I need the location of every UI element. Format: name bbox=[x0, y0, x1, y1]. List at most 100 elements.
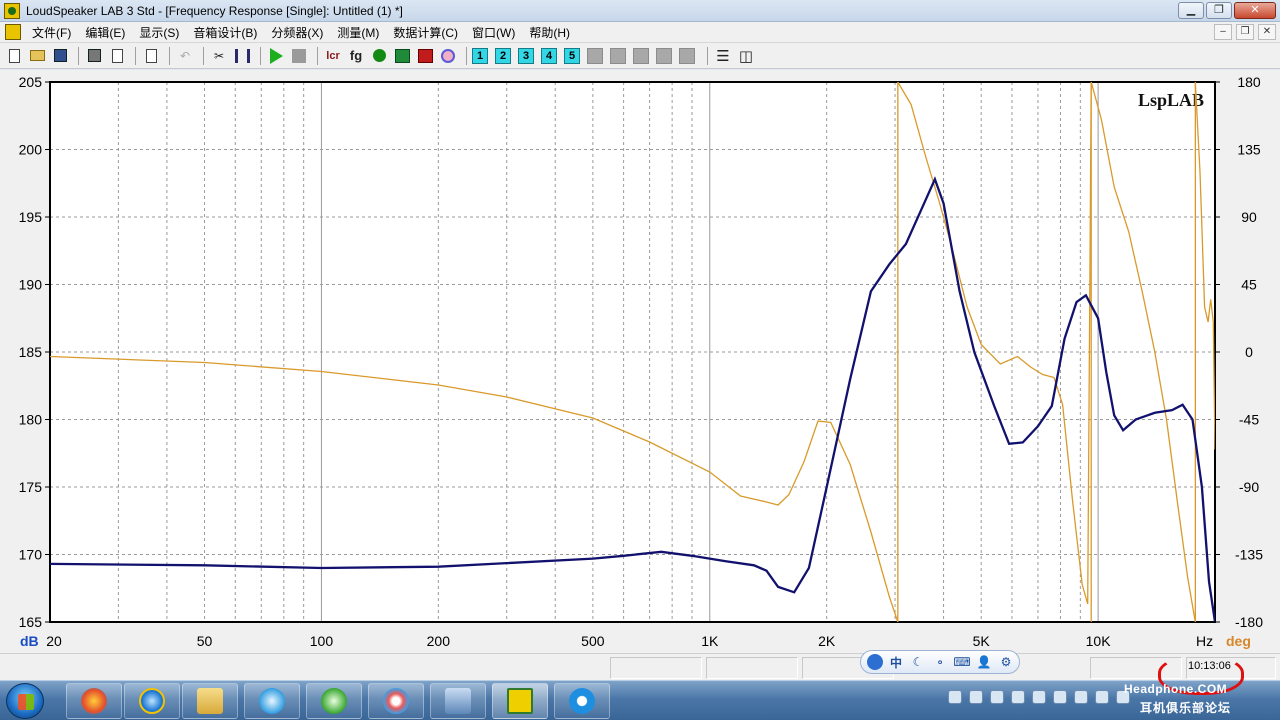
menu-crossover[interactable]: 分频器(X) bbox=[264, 24, 330, 41]
y-right-tick-label: -135 bbox=[1235, 547, 1263, 563]
y-left-tick-label: 200 bbox=[19, 142, 43, 158]
toolbar-separator bbox=[78, 46, 79, 65]
menu-file[interactable]: 文件(F) bbox=[25, 24, 78, 41]
play-button[interactable] bbox=[266, 46, 286, 66]
ime-user-icon[interactable]: 👤 bbox=[975, 655, 993, 669]
disabled-button[interactable] bbox=[633, 47, 649, 64]
taskbar-explorer[interactable] bbox=[182, 683, 238, 719]
y-left-unit-label: dB bbox=[20, 633, 39, 649]
restore-button[interactable]: ❐ bbox=[1206, 2, 1232, 19]
title-bar: LoudSpeaker LAB 3 Std - [Frequency Respo… bbox=[0, 0, 1280, 22]
copy-icon bbox=[145, 48, 157, 63]
watermark-line-1: Headphone.COM bbox=[1124, 682, 1228, 696]
disabled-button[interactable] bbox=[587, 47, 603, 64]
doc-close-button[interactable]: ✕ bbox=[1258, 24, 1276, 40]
toolbar-separator bbox=[169, 46, 170, 65]
taskbar-loudspeaker-lab[interactable] bbox=[492, 683, 548, 719]
copy-button[interactable] bbox=[141, 46, 161, 66]
menu-view[interactable]: 显示(S) bbox=[132, 24, 186, 41]
x-tick-label: 5K bbox=[973, 633, 991, 649]
disabled-button[interactable] bbox=[656, 47, 672, 64]
print-button[interactable] bbox=[84, 46, 104, 66]
taskbar-app-1[interactable] bbox=[66, 683, 122, 719]
ime-keyboard-icon[interactable]: ⌨ bbox=[953, 655, 971, 669]
toolbar-separator bbox=[260, 46, 261, 65]
tray-pdf-icon[interactable] bbox=[948, 690, 962, 704]
ime-punct-icon[interactable]: ∘ bbox=[931, 655, 949, 669]
k-app-icon bbox=[569, 688, 595, 714]
heart-icon bbox=[441, 48, 455, 63]
menu-help[interactable]: 帮助(H) bbox=[522, 24, 577, 41]
fg-label: fg bbox=[349, 48, 363, 63]
status-pane bbox=[706, 657, 798, 679]
menu-box-design[interactable]: 音箱设计(B) bbox=[186, 24, 264, 41]
tray-battery-icon[interactable] bbox=[990, 690, 1004, 704]
minimize-button[interactable]: ▁ bbox=[1178, 2, 1204, 19]
doc-minimize-button[interactable]: – bbox=[1214, 24, 1232, 40]
app-icon[interactable] bbox=[4, 2, 20, 19]
channel-2-button[interactable]: 2 bbox=[495, 47, 511, 64]
ime-toolbar[interactable]: 中 ☾ ∘ ⌨ 👤 ⚙ bbox=[860, 650, 1020, 674]
new-file-button[interactable] bbox=[4, 46, 24, 66]
ime-language[interactable]: 中 bbox=[887, 654, 905, 671]
tile-vertical-button[interactable]: ◫ bbox=[736, 46, 756, 66]
y-right-tick-label: 45 bbox=[1241, 277, 1257, 293]
tray-network-icon[interactable] bbox=[1095, 690, 1109, 704]
frequency-response-chart[interactable]: 205 200 195 190 185 180 175 170 165 180 135 90 45 0 -4… bbox=[0, 70, 1280, 653]
disabled-button[interactable] bbox=[610, 47, 626, 64]
heart-button[interactable] bbox=[438, 46, 458, 66]
analyzer-button[interactable] bbox=[392, 46, 412, 66]
mixer-button[interactable] bbox=[232, 46, 252, 66]
tray-k-icon[interactable] bbox=[1011, 690, 1025, 704]
save-button[interactable] bbox=[50, 46, 70, 66]
channel-4-button[interactable]: 4 bbox=[541, 47, 557, 64]
taskbar-360-browser[interactable] bbox=[306, 683, 362, 719]
ime-logo-icon[interactable] bbox=[867, 654, 883, 670]
channel-3-button[interactable]: 3 bbox=[518, 47, 534, 64]
undo-icon: ↶ bbox=[179, 48, 191, 63]
save-icon bbox=[53, 49, 67, 62]
menu-calculate[interactable]: 数据计算(C) bbox=[386, 24, 465, 41]
taskbar-browser[interactable] bbox=[244, 683, 300, 719]
status-bar bbox=[0, 653, 1280, 680]
x-tick-label: 2K bbox=[818, 633, 836, 649]
tile-horizontal-button[interactable]: ☰ bbox=[713, 46, 733, 66]
colorful-app-icon bbox=[81, 688, 107, 714]
stop-button[interactable] bbox=[289, 46, 309, 66]
lcr-button[interactable]: lcr bbox=[323, 46, 343, 66]
print-preview-button[interactable] bbox=[107, 46, 127, 66]
ime-moon-icon[interactable]: ☾ bbox=[909, 655, 927, 669]
taskbar-ie[interactable] bbox=[124, 683, 180, 719]
start-button[interactable] bbox=[6, 683, 44, 719]
tray-app-icon[interactable] bbox=[1032, 690, 1046, 704]
new-file-icon bbox=[8, 48, 20, 63]
close-button[interactable]: ✕ bbox=[1234, 2, 1276, 19]
open-file-button[interactable] bbox=[27, 46, 47, 66]
tray-update-icon[interactable] bbox=[1074, 690, 1088, 704]
channel-5-button[interactable]: 5 bbox=[564, 47, 580, 64]
document-icon[interactable] bbox=[5, 24, 21, 40]
channel-1-button[interactable]: 1 bbox=[472, 47, 488, 64]
scope-button[interactable] bbox=[415, 46, 435, 66]
taskbar-app-7[interactable] bbox=[430, 683, 486, 719]
ime-settings-icon[interactable]: ⚙ bbox=[997, 655, 1015, 669]
menu-measure[interactable]: 测量(M) bbox=[330, 24, 386, 41]
taskbar-app-6[interactable] bbox=[368, 683, 424, 719]
x-tick-label: 50 bbox=[197, 633, 213, 649]
y-right-tick-label: 135 bbox=[1237, 142, 1261, 158]
tools-button[interactable]: ✂ bbox=[209, 46, 229, 66]
tile-horizontal-icon: ☰ bbox=[716, 47, 730, 65]
generator-button[interactable] bbox=[369, 46, 389, 66]
undo-button[interactable]: ↶ bbox=[175, 46, 195, 66]
frequency-response-panel: 205 200 195 190 185 180 175 170 165 180 135 90 45 0 -4… bbox=[0, 70, 1280, 653]
tray-arrow-icon[interactable] bbox=[969, 690, 983, 704]
disabled-button[interactable] bbox=[679, 47, 695, 64]
menu-window[interactable]: 窗口(W) bbox=[465, 24, 522, 41]
fg-button[interactable]: fg bbox=[346, 46, 366, 66]
doc-restore-button[interactable]: ❐ bbox=[1236, 24, 1254, 40]
lcr-label: lcr bbox=[326, 49, 340, 62]
tray-shield-icon[interactable] bbox=[1053, 690, 1067, 704]
menu-edit[interactable]: 编辑(E) bbox=[78, 24, 132, 41]
taskbar-k-app[interactable] bbox=[554, 683, 610, 719]
generator-icon bbox=[372, 49, 386, 62]
